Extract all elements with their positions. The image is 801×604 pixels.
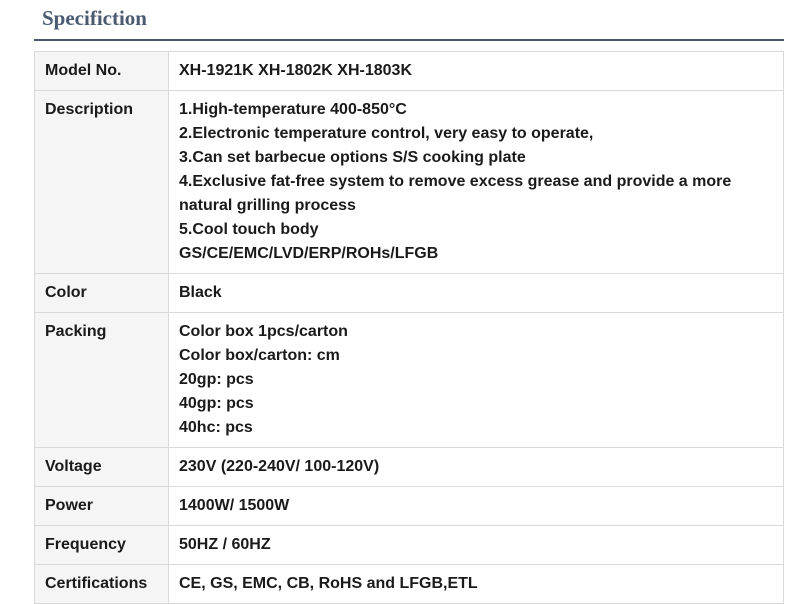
row-label-voltage: Voltage: [34, 447, 169, 487]
table-row: Color Black: [34, 273, 784, 313]
table-row: Power 1400W/ 1500W: [34, 486, 784, 526]
table-row: Model No. XH-1921K XH-1802K XH-1803K: [34, 51, 784, 91]
row-value-certifications: CE, GS, EMC, CB, RoHS and LFGB,ETL: [168, 564, 784, 604]
packing-line: Color box/carton: cm: [179, 347, 340, 364]
row-value-packing: Color box 1pcs/carton Color box/carton: …: [168, 312, 784, 448]
row-label-model: Model No.: [34, 51, 169, 91]
table-row: Description 1.High-temperature 400-850°C…: [34, 90, 784, 274]
page-title: Specifiction: [42, 6, 147, 30]
model-line: XH-1921K XH-1802K XH-1803K: [179, 62, 412, 79]
packing-line: 20gp: pcs: [179, 371, 254, 388]
table-row: Certifications CE, GS, EMC, CB, RoHS and…: [34, 564, 784, 604]
row-value-color: Black: [168, 273, 784, 313]
power-line: 1400W/ 1500W: [179, 497, 290, 514]
description-line: 4.Exclusive fat-free system to remove ex…: [179, 173, 732, 214]
table-row: Frequency 50HZ / 60HZ: [34, 525, 784, 565]
row-label-packing: Packing: [34, 312, 169, 448]
row-value-voltage: 230V (220-240V/ 100-120V): [168, 447, 784, 487]
spec-table: Model No. XH-1921K XH-1802K XH-1803K Des…: [34, 51, 784, 604]
title-divider: [34, 39, 784, 41]
description-line: GS/CE/EMC/LVD/ERP/ROHs/LFGB: [179, 245, 439, 262]
certifications-line: CE, GS, EMC, CB, RoHS and LFGB,ETL: [179, 575, 478, 592]
description-line: 3.Can set barbecue options S/S cooking p…: [179, 149, 526, 166]
row-label-certifications: Certifications: [34, 564, 169, 604]
frequency-line: 50HZ / 60HZ: [179, 536, 271, 553]
row-label-description: Description: [34, 90, 169, 274]
voltage-line: 230V (220-240V/ 100-120V): [179, 458, 380, 475]
description-line: 5.Cool touch body: [179, 221, 319, 238]
row-value-power: 1400W/ 1500W: [168, 486, 784, 526]
packing-line: 40gp: pcs: [179, 395, 254, 412]
row-value-frequency: 50HZ / 60HZ: [168, 525, 784, 565]
table-row: Voltage 230V (220-240V/ 100-120V): [34, 447, 784, 487]
row-value-model: XH-1921K XH-1802K XH-1803K: [168, 51, 784, 91]
packing-line: 40hc: pcs: [179, 419, 253, 436]
row-value-description: 1.High-temperature 400-850°C 2.Electroni…: [168, 90, 784, 274]
description-line: 2.Electronic temperature control, very e…: [179, 125, 594, 142]
row-label-power: Power: [34, 486, 169, 526]
table-row: Packing Color box 1pcs/carton Color box/…: [34, 312, 784, 448]
row-label-color: Color: [34, 273, 169, 313]
description-line: 1.High-temperature 400-850°C: [179, 101, 407, 118]
color-line: Black: [179, 284, 222, 301]
row-label-frequency: Frequency: [34, 525, 169, 565]
packing-line: Color box 1pcs/carton: [179, 323, 348, 340]
